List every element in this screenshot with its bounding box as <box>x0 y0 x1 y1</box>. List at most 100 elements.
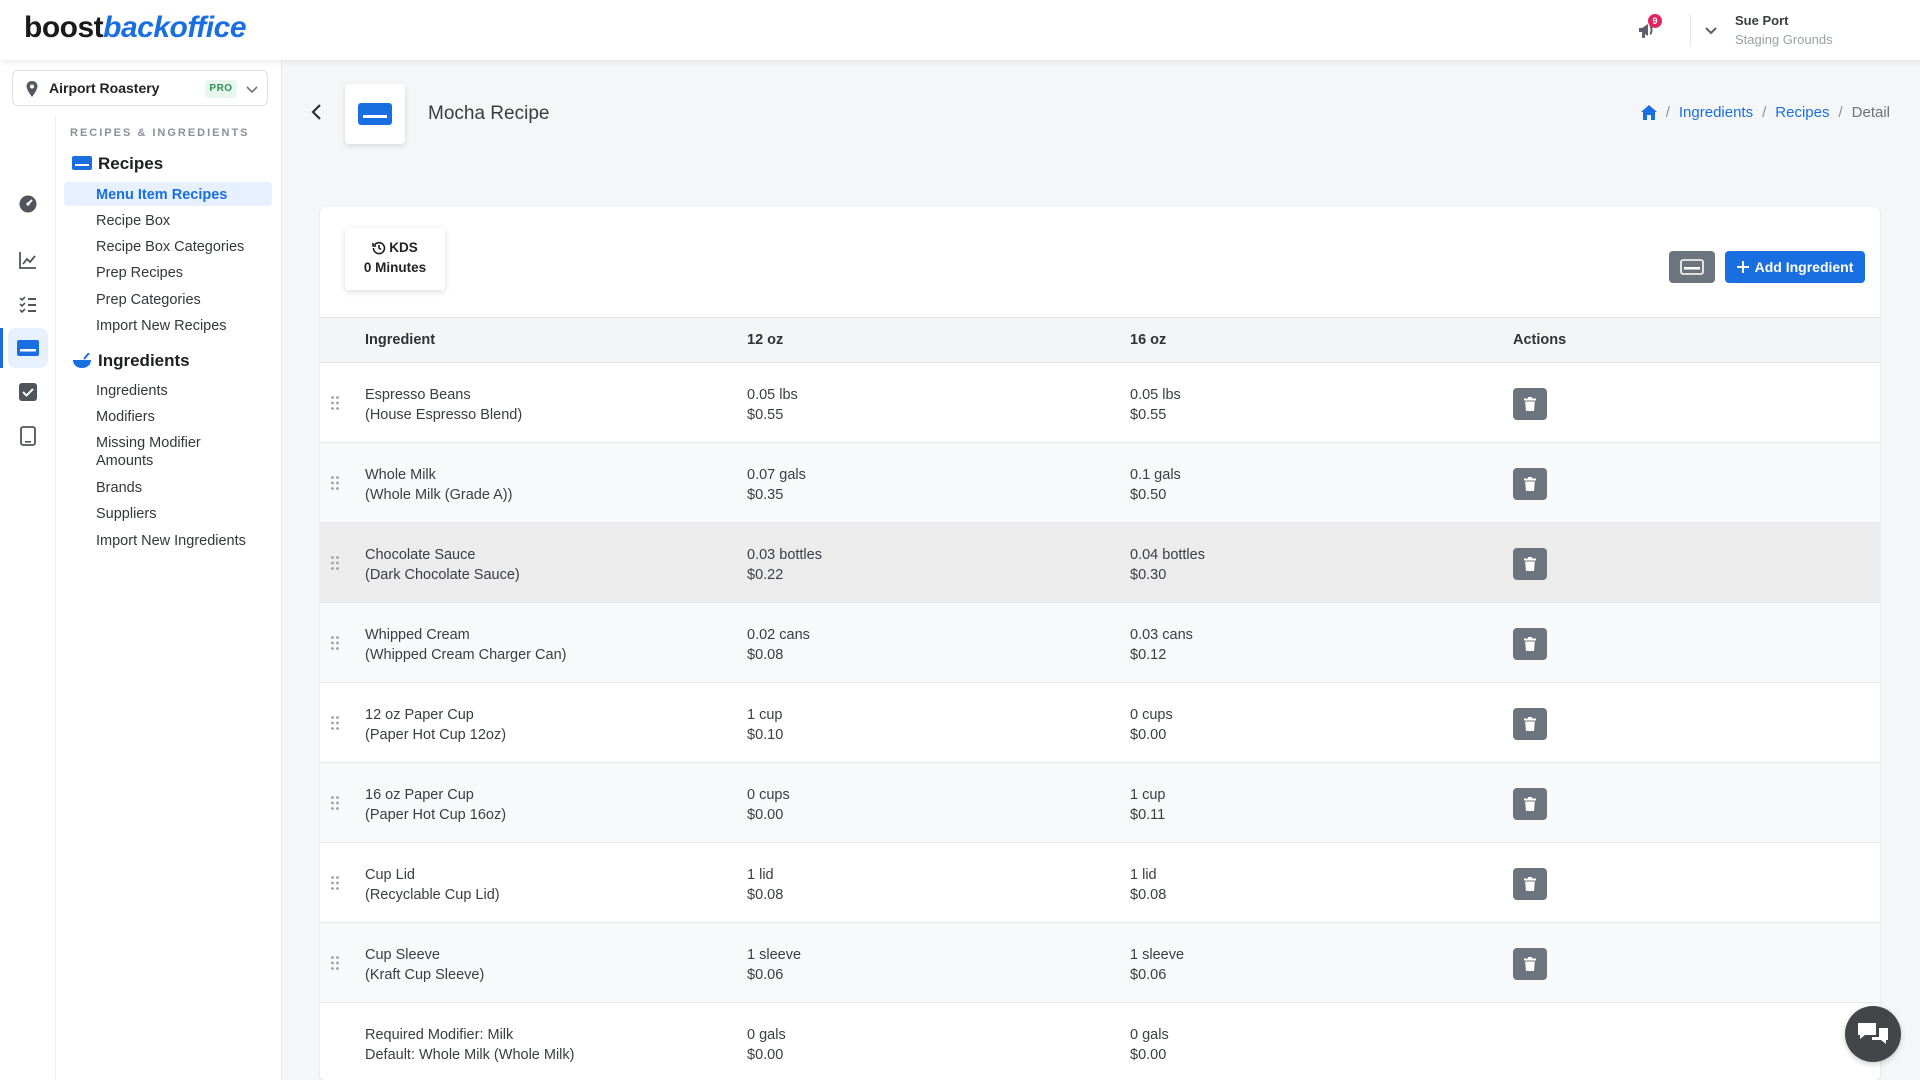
nav-modifiers[interactable]: Modifiers <box>96 408 155 426</box>
nav-recipe-box[interactable]: Recipe Box <box>96 212 170 230</box>
breadcrumb-separator: / <box>1838 104 1843 121</box>
nav-missing-modifier-amounts[interactable]: Missing Modifier Amounts <box>96 434 246 470</box>
drag-handle-icon[interactable] <box>330 955 340 971</box>
store-selector[interactable]: Airport Roastery PRO <box>12 70 268 106</box>
chevron-down-icon[interactable] <box>1703 22 1719 38</box>
bowl-icon <box>72 353 92 369</box>
delete-button[interactable] <box>1513 628 1547 660</box>
trash-icon <box>1524 557 1536 571</box>
quantity-12oz: 0.03 bottles <box>747 547 822 563</box>
quantity-16oz: 0.1 gals <box>1130 467 1181 483</box>
quantity-12oz: 1 cup <box>747 707 783 723</box>
chart-icon[interactable] <box>16 248 40 272</box>
drag-handle-icon[interactable] <box>330 875 340 891</box>
ingredient-cell: 12 oz Paper Cup (Paper Hot Cup 12oz) <box>365 705 506 745</box>
size-16oz-cell: 0 gals $0.00 <box>1130 1025 1169 1065</box>
recipe-card-icon <box>1680 259 1704 275</box>
delete-button[interactable] <box>1513 708 1547 740</box>
nav-suppliers[interactable]: Suppliers <box>96 505 156 523</box>
cost-16oz: $0.06 <box>1130 967 1167 983</box>
plan-badge: PRO <box>205 80 237 98</box>
nav-recipe-box-categories[interactable]: Recipe Box Categories <box>96 238 244 256</box>
drag-handle-icon[interactable] <box>330 795 340 811</box>
location-pin-icon <box>26 81 38 97</box>
nav-prep-recipes[interactable]: Prep Recipes <box>96 264 183 282</box>
table-row[interactable]: Whipped Cream (Whipped Cream Charger Can)… <box>320 603 1880 683</box>
delete-button[interactable] <box>1513 548 1547 580</box>
ingredient-detail: Default: Whole Milk (Whole Milk) <box>365 1047 575 1063</box>
nav-ingredients[interactable]: Ingredients <box>96 382 168 400</box>
cost-12oz: $0.10 <box>747 727 784 743</box>
nav-import-new-ingredients[interactable]: Import New Ingredients <box>96 532 246 550</box>
quantity-12oz: 0.07 gals <box>747 467 806 483</box>
cost-16oz: $0.50 <box>1130 487 1167 503</box>
drag-handle-icon[interactable] <box>330 555 340 571</box>
delete-button[interactable] <box>1513 468 1547 500</box>
store-name: Airport Roastery <box>49 80 160 96</box>
table-row[interactable]: Cup Lid (Recyclable Cup Lid) 1 lid $0.08 1 l… <box>320 843 1880 923</box>
ingredients-heading[interactable]: Ingredients <box>72 351 190 371</box>
user-name[interactable]: Sue Port <box>1735 13 1788 28</box>
quantity-16oz: 0.04 bottles <box>1130 547 1205 563</box>
size-12oz-cell: 0.02 cans $0.08 <box>747 625 810 665</box>
ingredient-detail: (Whipped Cream Charger Can) <box>365 647 567 663</box>
recipe-card-icon[interactable] <box>16 336 40 360</box>
ingredient-cell: 16 oz Paper Cup (Paper Hot Cup 16oz) <box>365 785 506 825</box>
table-row[interactable]: 12 oz Paper Cup (Paper Hot Cup 12oz) 1 cup… <box>320 683 1880 763</box>
drag-handle-icon[interactable] <box>330 715 340 731</box>
table-row[interactable]: Chocolate Sauce (Dark Chocolate Sauce) 0.0… <box>320 523 1880 603</box>
app-logo[interactable]: boostbackoffice <box>24 11 247 45</box>
kds-time-box[interactable]: KDS 0 Minutes <box>345 228 445 290</box>
chat-button[interactable] <box>1845 1006 1901 1062</box>
cost-12oz: $0.22 <box>747 567 784 583</box>
delete-button[interactable] <box>1513 948 1547 980</box>
nav-brands[interactable]: Brands <box>96 479 142 497</box>
table-row[interactable]: 16 oz Paper Cup (Paper Hot Cup 16oz) 0 cup… <box>320 763 1880 843</box>
ingredient-cell: Cup Lid (Recyclable Cup Lid) <box>365 865 500 905</box>
dashboard-icon[interactable] <box>16 192 40 216</box>
checkbox-icon[interactable] <box>16 380 40 404</box>
checklist-icon[interactable] <box>16 292 40 316</box>
recipes-heading[interactable]: Recipes <box>72 154 163 174</box>
delete-button[interactable] <box>1513 388 1547 420</box>
drag-handle-icon[interactable] <box>330 475 340 491</box>
quantity-12oz: 0.02 cans <box>747 627 810 643</box>
delete-button[interactable] <box>1513 868 1547 900</box>
ingredient-detail: (Paper Hot Cup 16oz) <box>365 807 507 823</box>
ingredient-name: 16 oz Paper Cup <box>365 787 474 803</box>
kds-label: KDS <box>389 240 418 255</box>
back-arrow-icon[interactable] <box>308 103 326 121</box>
cost-12oz: $0.00 <box>747 1047 784 1063</box>
size-12oz-cell: 0 cups $0.00 <box>747 785 790 825</box>
tablet-icon[interactable] <box>16 424 40 448</box>
home-icon[interactable] <box>1640 105 1657 120</box>
print-label-button[interactable] <box>1669 251 1715 283</box>
top-bar: boostbackoffice 9 Sue Port Staging Groun… <box>0 0 1920 60</box>
delete-button[interactable] <box>1513 788 1547 820</box>
quantity-12oz: 0.05 lbs <box>747 387 798 403</box>
ingredient-name: 12 oz Paper Cup <box>365 707 474 723</box>
nav-prep-categories[interactable]: Prep Categories <box>96 291 201 309</box>
add-ingredient-button[interactable]: Add Ingredient <box>1725 251 1865 283</box>
sidebar: Airport Roastery PRO RECIPES & INGREDIEN… <box>0 60 282 1080</box>
cost-16oz: $0.00 <box>1130 1047 1167 1063</box>
quantity-12oz: 1 lid <box>747 867 774 883</box>
trash-icon <box>1524 637 1536 651</box>
table-row[interactable]: Whole Milk (Whole Milk (Grade A)) 0.07 gal… <box>320 443 1880 523</box>
breadcrumb-recipes[interactable]: Recipes <box>1775 104 1829 121</box>
quantity-16oz: 1 lid <box>1130 867 1157 883</box>
quantity-16oz: 0 cups <box>1130 707 1173 723</box>
breadcrumb-ingredients[interactable]: Ingredients <box>1679 104 1753 121</box>
table-row[interactable]: Required Modifier: Milk Default: Whole Mi… <box>320 1003 1880 1080</box>
drag-handle-icon[interactable] <box>330 395 340 411</box>
ingredient-name: Whipped Cream <box>365 627 470 643</box>
plus-icon <box>1736 261 1749 273</box>
cost-12oz: $0.08 <box>747 887 784 903</box>
column-header-12oz: 12 oz <box>747 332 784 348</box>
nav-import-new-recipes[interactable]: Import New Recipes <box>96 317 227 335</box>
table-row[interactable]: Espresso Beans (House Espresso Blend) 0.05… <box>320 363 1880 443</box>
drag-handle-icon[interactable] <box>330 635 340 651</box>
trash-icon <box>1524 877 1536 891</box>
table-row[interactable]: Cup Sleeve (Kraft Cup Sleeve) 1 sleeve $0.0… <box>320 923 1880 1003</box>
nav-menu-item-recipes[interactable]: Menu Item Recipes <box>96 186 227 204</box>
